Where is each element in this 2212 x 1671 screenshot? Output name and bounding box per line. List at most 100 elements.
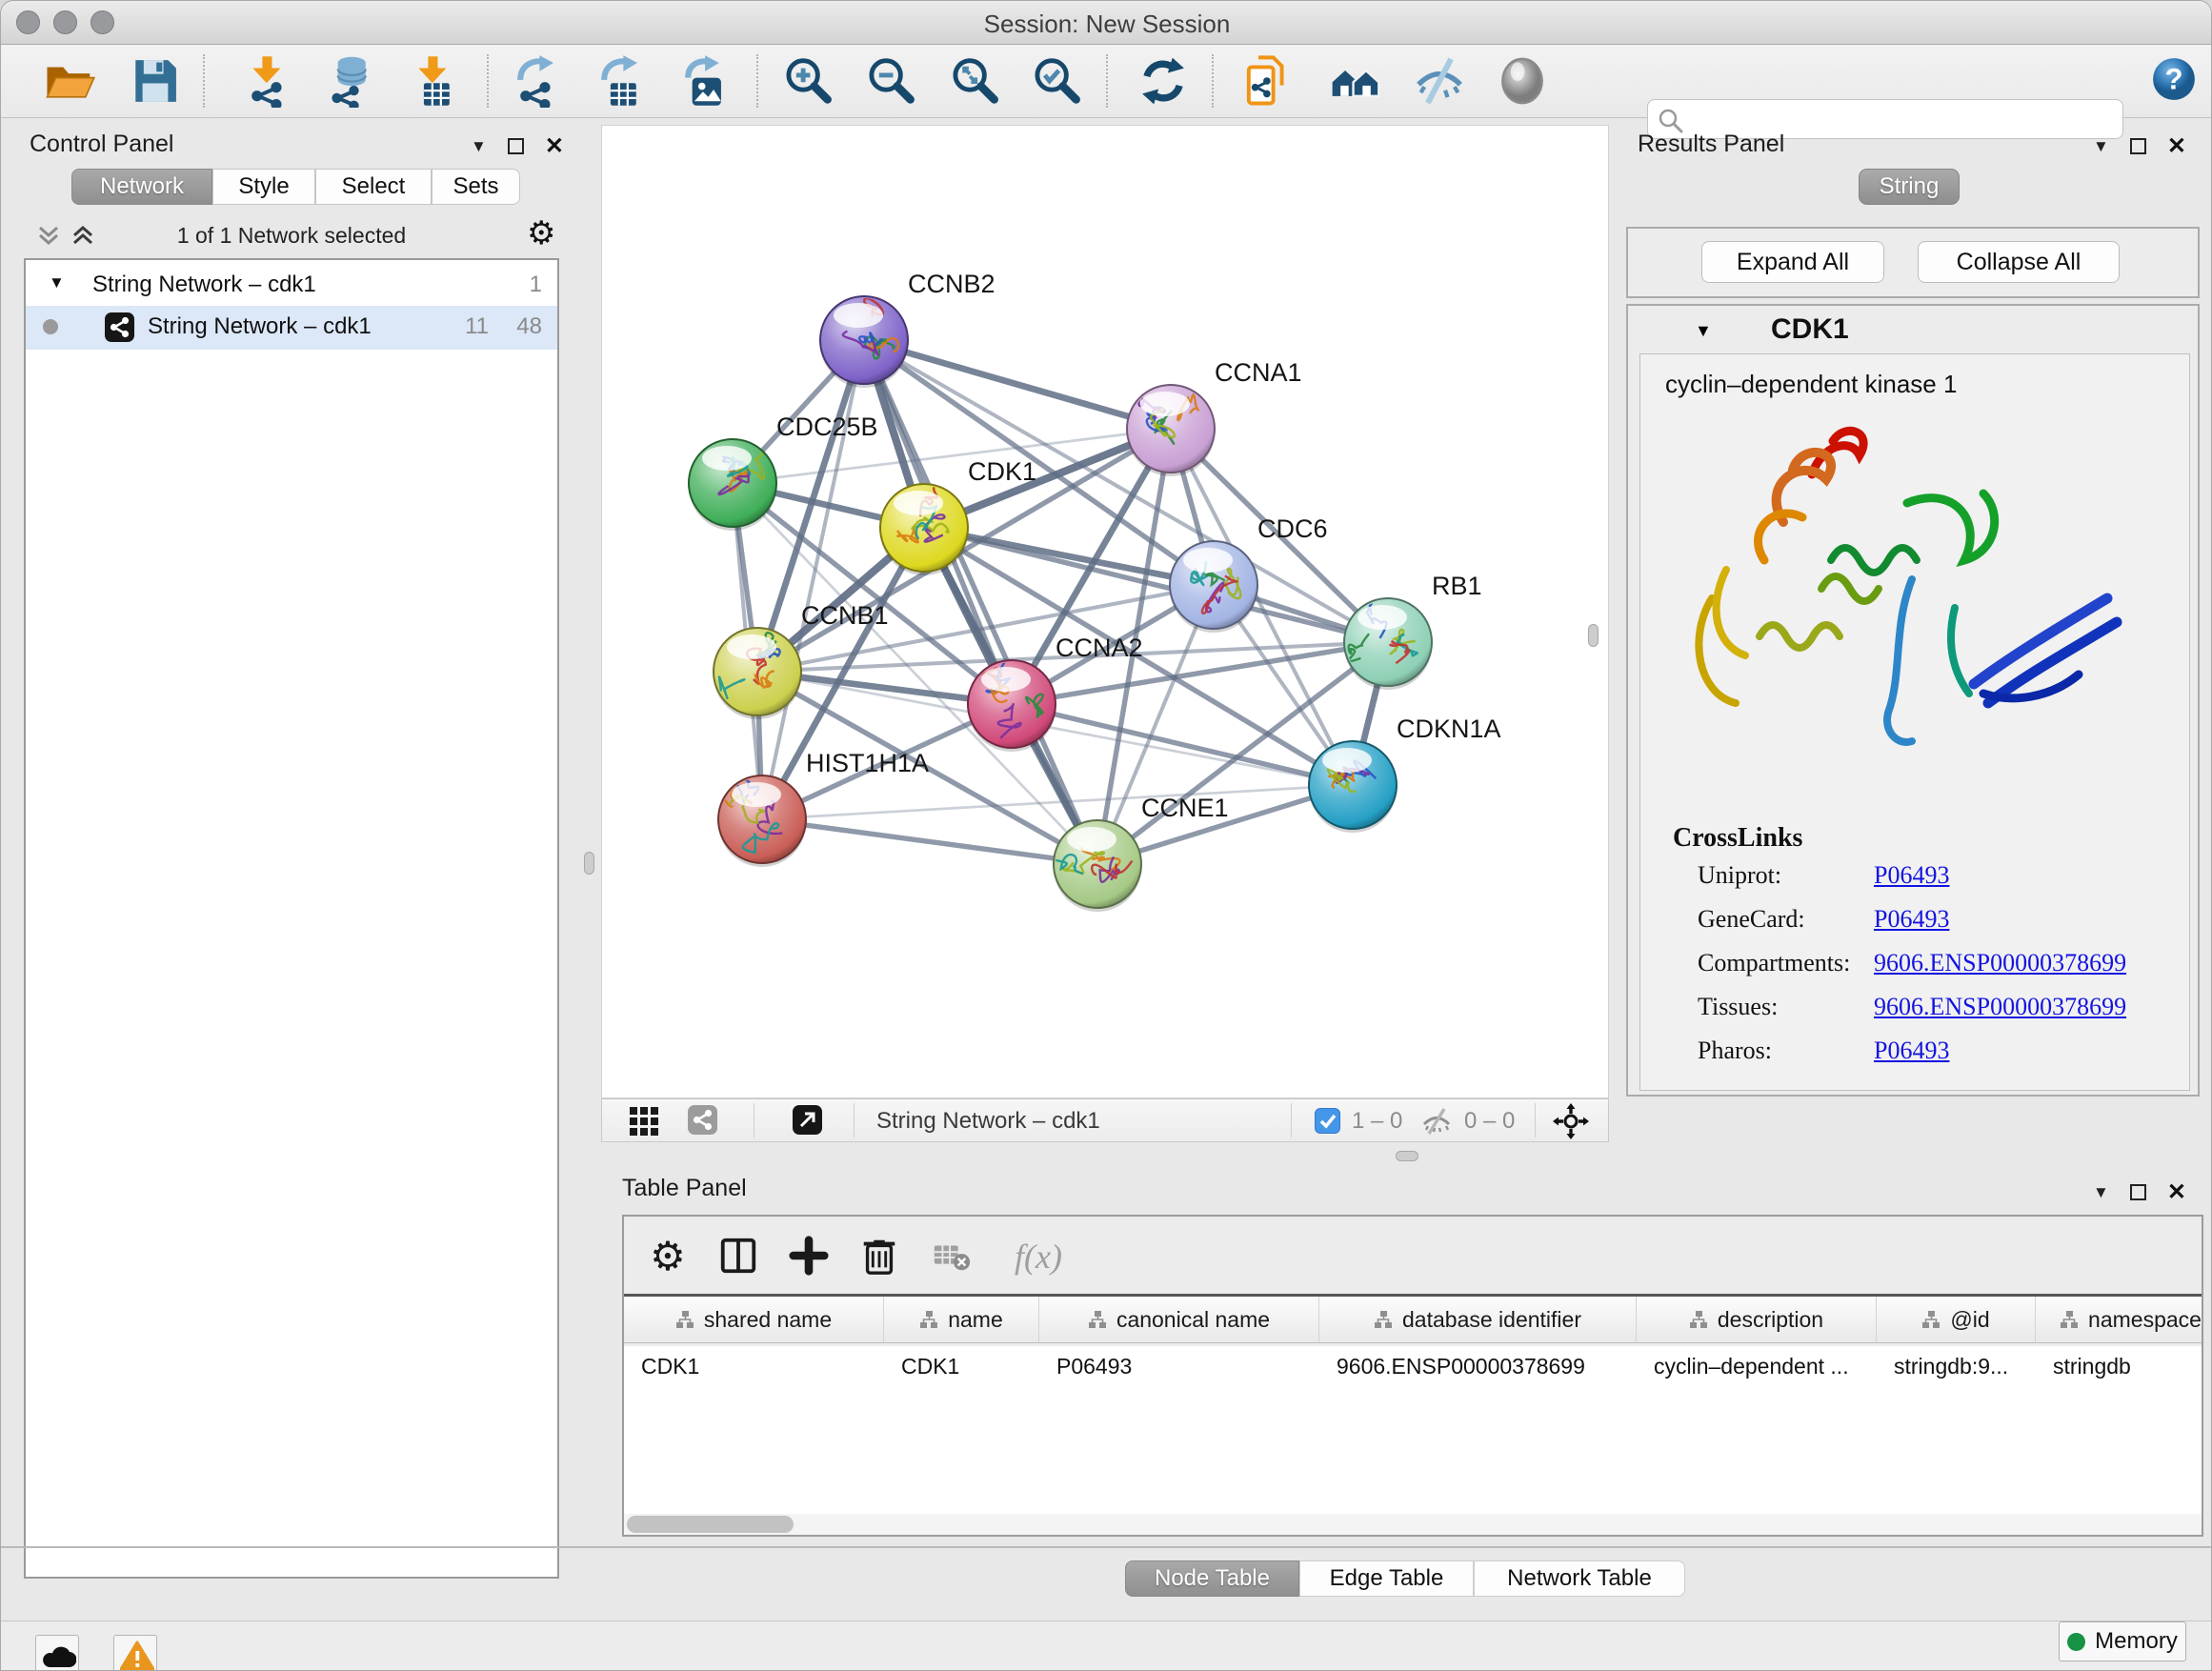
- show-hidden-button[interactable]: [1494, 52, 1551, 110]
- crosslink-link[interactable]: P06493: [1874, 861, 1949, 890]
- save-session-button[interactable]: [127, 52, 184, 110]
- create-column-icon[interactable]: [782, 1230, 835, 1283]
- show-all-nodes-button[interactable]: [1327, 52, 1384, 110]
- crosslink-link[interactable]: P06493: [1874, 1037, 1949, 1065]
- column-header-canonical-name[interactable]: canonical name: [1039, 1297, 1319, 1342]
- network-node-rb1[interactable]: RB1: [1344, 572, 1482, 690]
- panel-menu-icon[interactable]: ▼: [2093, 1183, 2109, 1202]
- application-window: Session: New Session: [0, 0, 2212, 1671]
- network-options-gear-icon[interactable]: ⚙: [527, 214, 555, 252]
- float-panel-icon[interactable]: [2130, 1184, 2146, 1200]
- column-type-icon: [1088, 1310, 1107, 1329]
- tab-style[interactable]: Style: [212, 169, 315, 205]
- splitter-grip-left[interactable]: [584, 852, 594, 875]
- crosslink-link[interactable]: P06493: [1874, 905, 1949, 934]
- crosslink-row: GeneCard:P06493: [1640, 905, 2189, 949]
- tab-network[interactable]: Network: [71, 169, 212, 205]
- selected-indicator-checkbox[interactable]: [1315, 1108, 1340, 1134]
- toolbar-separator: [487, 54, 489, 108]
- zoom-fit-button[interactable]: [946, 52, 1003, 110]
- crosslink-row: Tissues:9606.ENSP00000378699: [1640, 993, 2189, 1037]
- float-panel-icon[interactable]: [508, 138, 524, 154]
- close-panel-icon[interactable]: ✕: [545, 132, 564, 160]
- tab-node-table[interactable]: Node Table: [1125, 1560, 1299, 1597]
- close-panel-icon[interactable]: ✕: [2167, 132, 2186, 160]
- zoom-out-button[interactable]: [862, 52, 919, 110]
- collapse-all-icon[interactable]: [35, 222, 62, 249]
- column-header--id[interactable]: @id: [1877, 1297, 2036, 1342]
- window-title: Session: New Session: [1, 10, 2212, 39]
- gene-description: cyclin–dependent kinase 1: [1665, 370, 1957, 399]
- export-table-button[interactable]: [592, 52, 649, 110]
- export-image-button[interactable]: [675, 52, 733, 110]
- birdseye-grid-icon[interactable]: [629, 1106, 659, 1137]
- scrollbar-thumb[interactable]: [627, 1516, 794, 1533]
- column-header-description[interactable]: description: [1637, 1297, 1877, 1342]
- memory-button[interactable]: Memory: [2059, 1621, 2186, 1661]
- network-node-ccna2[interactable]: CCNA2: [968, 634, 1143, 752]
- hide-selected-button[interactable]: [1411, 52, 1468, 110]
- table-cell: 9606.ENSP00000378699: [1319, 1354, 1637, 1379]
- column-label: name: [948, 1307, 1003, 1333]
- splitter-grip-horizontal[interactable]: [1396, 1151, 1418, 1161]
- network-canvas[interactable]: CCNB2CCNA1CDC25BCDK1CDC6RB1CCNB1CCNA2CDK…: [601, 125, 1609, 1098]
- table-options-gear-icon[interactable]: ⚙: [641, 1230, 694, 1283]
- network-list: ▼ String Network – cdk1 1 String Network…: [24, 258, 559, 1579]
- tab-sets[interactable]: Sets: [432, 169, 520, 205]
- delete-table-icon[interactable]: [925, 1230, 978, 1283]
- import-network-button[interactable]: [239, 52, 296, 110]
- collapse-all-button[interactable]: Collapse All: [1918, 241, 2120, 283]
- network-node-ccna1[interactable]: CCNA1: [1124, 358, 1301, 476]
- column-header-name[interactable]: name: [884, 1297, 1039, 1342]
- network-label: String Network – cdk1: [148, 313, 372, 340]
- table-cell: stringdb:9...: [1877, 1354, 2036, 1379]
- network-status-dot: [43, 319, 58, 334]
- delete-column-icon[interactable]: [853, 1230, 906, 1283]
- column-header-shared-name[interactable]: shared name: [624, 1297, 884, 1342]
- network-collection-row[interactable]: ▼ String Network – cdk1 1: [26, 266, 557, 308]
- network-node-cdkn1a[interactable]: CDKN1A: [1309, 715, 1501, 833]
- help-button[interactable]: ?: [2149, 54, 2199, 104]
- function-builder-icon[interactable]: f(x): [995, 1230, 1081, 1283]
- expand-all-button[interactable]: Expand All: [1701, 241, 1884, 283]
- apply-layout-button[interactable]: [1135, 52, 1192, 110]
- import-network-from-database-button[interactable]: [321, 52, 378, 110]
- close-panel-icon[interactable]: ✕: [2167, 1178, 2186, 1206]
- collection-expand-icon[interactable]: ▼: [49, 273, 65, 292]
- import-table-button[interactable]: [405, 52, 462, 110]
- crosslink-link[interactable]: 9606.ENSP00000378699: [1874, 993, 2126, 1021]
- panel-menu-icon[interactable]: ▼: [471, 137, 487, 156]
- annotation-palette-button[interactable]: [1239, 52, 1297, 110]
- table-row[interactable]: CDK1CDK1P064939606.ENSP00000378699cyclin…: [624, 1346, 2203, 1386]
- cloud-status-button[interactable]: [35, 1635, 79, 1671]
- hidden-eye-icon[interactable]: [1421, 1107, 1452, 1136]
- network-node-hist1h1a[interactable]: HIST1H1A: [718, 749, 929, 867]
- float-panel-icon[interactable]: [2130, 138, 2146, 154]
- gene-collapse-icon[interactable]: ▼: [1695, 321, 1712, 341]
- column-header-namespace[interactable]: namespace: [2036, 1297, 2203, 1342]
- crosslink-link[interactable]: 9606.ENSP00000378699: [1874, 949, 2126, 977]
- tab-edge-table[interactable]: Edge Table: [1299, 1560, 1474, 1597]
- panel-menu-icon[interactable]: ▼: [2093, 137, 2109, 156]
- splitter-grip-right[interactable]: [1588, 624, 1599, 647]
- search-input[interactable]: [1690, 102, 2109, 134]
- network-row[interactable]: String Network – cdk1 11 48: [26, 306, 557, 350]
- pan-crosshair-icon[interactable]: [1553, 1103, 1589, 1139]
- table-body: CDK1CDK1P064939606.ENSP00000378699cyclin…: [624, 1346, 2203, 1514]
- detach-view-icon[interactable]: [793, 1105, 822, 1135]
- column-header-database-identifier[interactable]: database identifier: [1319, 1297, 1637, 1342]
- zoom-in-button[interactable]: [779, 52, 836, 110]
- network-type-icon[interactable]: [688, 1105, 717, 1135]
- expand-all-icon[interactable]: [70, 222, 96, 249]
- tab-select[interactable]: Select: [315, 169, 432, 205]
- tab-network-table[interactable]: Network Table: [1474, 1560, 1685, 1597]
- tab-string[interactable]: String: [1859, 169, 1960, 205]
- open-session-button[interactable]: [41, 52, 98, 110]
- show-columns-icon[interactable]: [712, 1230, 765, 1283]
- network-node-ccnb1[interactable]: CCNB1: [712, 601, 889, 719]
- network-edge: [864, 340, 1171, 429]
- node-label: CDC25B: [776, 413, 878, 441]
- zoom-selected-button[interactable]: [1028, 52, 1085, 110]
- export-network-button[interactable]: [508, 52, 565, 110]
- warning-status-button[interactable]: [113, 1635, 157, 1671]
